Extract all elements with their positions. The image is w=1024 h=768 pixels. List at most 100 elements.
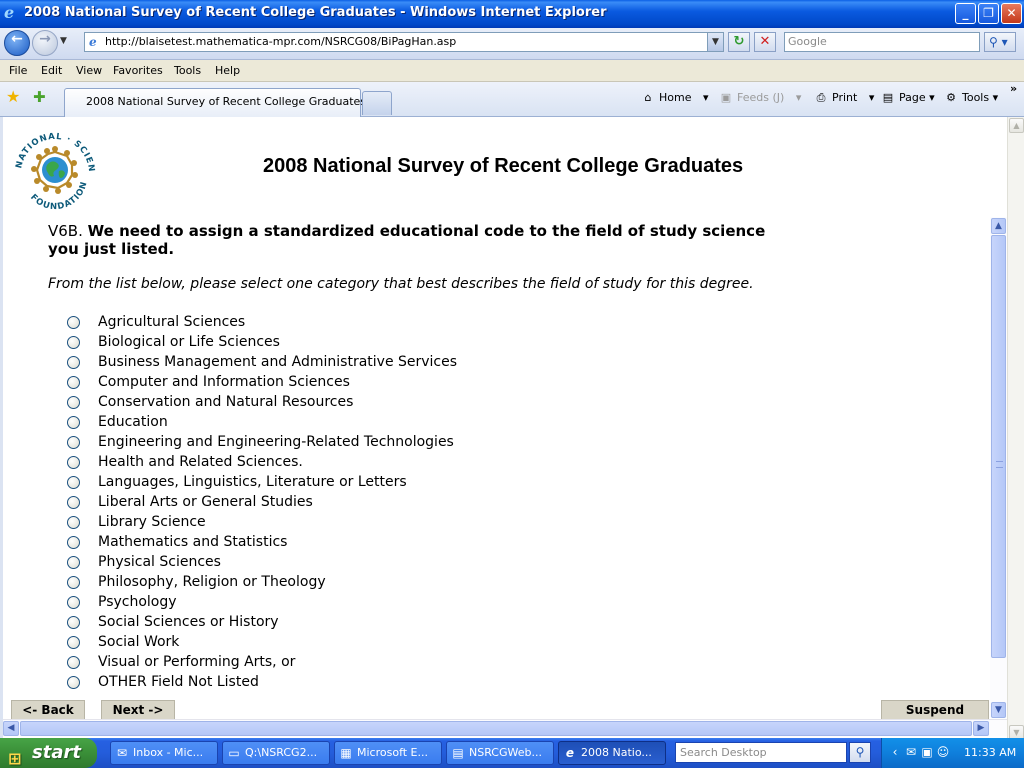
start-button[interactable]: ⊞ start <box>0 738 97 768</box>
menu-bar: File Edit View Favorites Tools Help <box>0 60 1024 82</box>
radio-button[interactable] <box>67 316 80 329</box>
favorites-star-icon[interactable]: ★ <box>6 89 20 105</box>
tray-back-icon[interactable]: ‹ <box>888 745 902 759</box>
search-input[interactable]: Google <box>784 32 980 52</box>
radio-button[interactable] <box>67 656 80 669</box>
tray-messenger-icon[interactable]: ☺ <box>936 745 950 759</box>
option-engineering[interactable]: Engineering and Engineering-Related Tech… <box>67 433 567 453</box>
horizontal-scrollbar[interactable]: ◀ ▶ <box>3 719 1007 736</box>
menu-file[interactable]: File <box>9 64 27 77</box>
option-languages-literature[interactable]: Languages, Linguistics, Literature or Le… <box>67 473 567 493</box>
maximize-button[interactable]: ❐ <box>978 3 999 24</box>
option-liberal-arts[interactable]: Liberal Arts or General Studies <box>67 493 567 513</box>
option-biological-life-sciences[interactable]: Biological or Life Sciences <box>67 333 567 353</box>
close-button[interactable]: ✕ <box>1001 3 1022 24</box>
scroll-left-icon[interactable]: ◀ <box>3 721 19 736</box>
option-computer-information-sciences[interactable]: Computer and Information Sciences <box>67 373 567 393</box>
scroll-up-icon[interactable]: ▲ <box>991 218 1006 234</box>
task-document[interactable]: ▤ NSRCGWeb... <box>446 741 554 765</box>
radio-button[interactable] <box>67 636 80 649</box>
tab-active[interactable]: 2008 National Survey of Recent College G… <box>64 88 366 117</box>
window-scroll-up-icon[interactable]: ▲ <box>1009 118 1024 133</box>
option-library-science[interactable]: Library Science <box>67 513 567 533</box>
task-inbox[interactable]: ✉ Inbox - Mic... <box>110 741 218 765</box>
menu-help[interactable]: Help <box>215 64 240 77</box>
back-button[interactable]: <- Back <box>11 700 85 720</box>
option-social-sciences-history[interactable]: Social Sciences or History <box>67 613 567 633</box>
radio-button[interactable] <box>67 476 80 489</box>
recent-pages-dropdown-icon[interactable]: ▼ <box>60 36 67 46</box>
task-excel[interactable]: ▦ Microsoft E... <box>334 741 442 765</box>
new-tab-button[interactable] <box>362 91 392 115</box>
option-business-management[interactable]: Business Management and Administrative S… <box>67 353 567 373</box>
radio-button[interactable] <box>67 496 80 509</box>
menu-tools[interactable]: Tools <box>174 64 201 77</box>
option-social-work[interactable]: Social Work <box>67 633 567 653</box>
radio-button[interactable] <box>67 616 80 629</box>
scroll-right-icon[interactable]: ▶ <box>973 721 989 736</box>
page-button[interactable]: ▤ Page ▾ <box>880 91 935 105</box>
scroll-down-icon[interactable]: ▼ <box>991 702 1006 718</box>
nsf-logo: NATIONAL · SCIENCE FOUNDATION <box>11 127 95 212</box>
menu-edit[interactable]: Edit <box>41 64 62 77</box>
option-mathematics-statistics[interactable]: Mathematics and Statistics <box>67 533 567 553</box>
scrollbar-thumb[interactable] <box>991 235 1006 658</box>
vertical-scrollbar[interactable]: ▲ ▼ <box>990 217 1007 718</box>
radio-button[interactable] <box>67 516 80 529</box>
print-button[interactable]: ⎙ Print ▾ <box>813 91 875 105</box>
radio-button[interactable] <box>67 456 80 469</box>
feeds-button[interactable]: ▣ Feeds (J) ▾ <box>718 91 802 105</box>
page-icon: ▤ <box>882 91 894 104</box>
radio-button[interactable] <box>67 376 80 389</box>
outlook-icon: ✉ <box>116 746 128 760</box>
option-philosophy-religion[interactable]: Philosophy, Religion or Theology <box>67 573 567 593</box>
option-health-related-sciences[interactable]: Health and Related Sciences. <box>67 453 567 473</box>
title-bar: e 2008 National Survey of Recent College… <box>0 0 1024 28</box>
refresh-icon[interactable]: ↻ <box>728 32 750 52</box>
radio-button[interactable] <box>67 576 80 589</box>
add-favorite-icon[interactable]: ✚ <box>33 89 46 105</box>
next-button[interactable]: Next -> <box>101 700 175 720</box>
option-physical-sciences[interactable]: Physical Sciences <box>67 553 567 573</box>
option-education[interactable]: Education <box>67 413 567 433</box>
tools-button[interactable]: ⚙ Tools ▾ <box>943 91 998 105</box>
option-other-field[interactable]: OTHER Field Not Listed <box>67 673 567 693</box>
menu-view[interactable]: View <box>76 64 102 77</box>
desktop-search-input[interactable]: Search Desktop <box>675 742 847 763</box>
question-text: V6B. We need to assign a standardized ed… <box>48 222 768 258</box>
suspend-button[interactable]: Suspend <box>881 700 989 720</box>
address-dropdown-icon[interactable]: ▼ <box>707 33 723 51</box>
back-arrow-icon[interactable]: ← <box>4 30 30 56</box>
radio-button[interactable] <box>67 536 80 549</box>
option-agricultural-sciences[interactable]: Agricultural Sciences <box>67 313 567 333</box>
taskbar: ⊞ start ✉ Inbox - Mic... ▭ Q:\NSRCG2... ▦ M… <box>0 738 1024 768</box>
radio-button[interactable] <box>67 676 80 689</box>
option-visual-performing-arts[interactable]: Visual or Performing Arts, or <box>67 653 567 673</box>
clock: 11:33 AM <box>964 746 1017 759</box>
tray-network-icon[interactable]: ▣ <box>920 745 934 759</box>
radio-button[interactable] <box>67 396 80 409</box>
forward-arrow-icon[interactable]: → <box>32 30 58 56</box>
address-url[interactable]: http://blaisetest.mathematica-mpr.com/NS… <box>105 35 456 48</box>
window-scrollbar[interactable]: ▲ ▼ <box>1007 117 1024 742</box>
tray-mail-icon[interactable]: ✉ <box>904 745 918 759</box>
task-internet-explorer[interactable]: e 2008 Natio... <box>558 741 666 765</box>
minimize-button[interactable]: _ <box>955 3 976 24</box>
horizontal-scrollbar-thumb[interactable] <box>20 721 972 736</box>
option-psychology[interactable]: Psychology <box>67 593 567 613</box>
radio-button[interactable] <box>67 336 80 349</box>
desktop-search-icon[interactable]: ⚲ <box>849 742 871 763</box>
radio-button[interactable] <box>67 356 80 369</box>
option-conservation-natural-resources[interactable]: Conservation and Natural Resources <box>67 393 567 413</box>
radio-button[interactable] <box>67 416 80 429</box>
menu-favorites[interactable]: Favorites <box>113 64 163 77</box>
task-folder[interactable]: ▭ Q:\NSRCG2... <box>222 741 330 765</box>
address-bar[interactable]: e http://blaisetest.mathematica-mpr.com/… <box>84 32 724 52</box>
radio-button[interactable] <box>67 596 80 609</box>
radio-button[interactable] <box>67 556 80 569</box>
radio-button[interactable] <box>67 436 80 449</box>
home-button[interactable]: ⌂ Home ▾ <box>640 91 709 105</box>
search-icon[interactable]: ⚲ ▾ <box>984 32 1016 52</box>
more-chevron-icon[interactable]: » <box>1010 82 1017 95</box>
stop-icon[interactable]: ✕ <box>754 32 776 52</box>
